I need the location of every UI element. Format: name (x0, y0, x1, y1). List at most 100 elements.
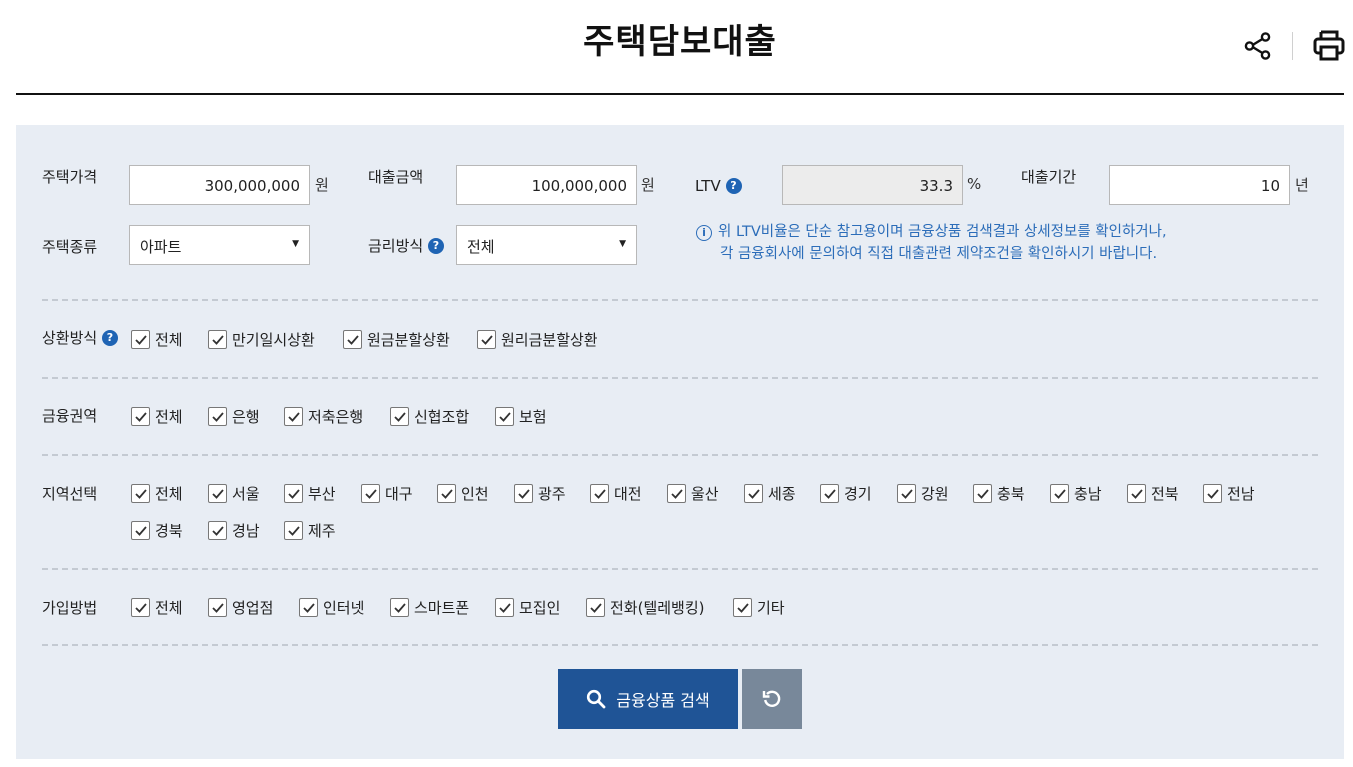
checkbox-box[interactable] (208, 597, 227, 617)
print-button[interactable] (1311, 28, 1347, 62)
channel-checkbox[interactable]: 기타 (733, 597, 785, 617)
checkbox-box[interactable] (667, 483, 686, 503)
checkbox-box[interactable] (284, 520, 303, 540)
checkmark-icon (594, 488, 606, 499)
checkbox-box[interactable] (361, 483, 380, 503)
checkbox-box[interactable] (495, 597, 514, 617)
region-checkbox[interactable]: 경기 (820, 483, 872, 503)
checkbox-box[interactable] (820, 483, 839, 503)
checkbox-box[interactable] (131, 597, 150, 617)
region-checkbox[interactable]: 서울 (208, 483, 260, 503)
region-checkbox[interactable]: 전체 (131, 483, 183, 503)
checkbox-box[interactable] (131, 406, 150, 426)
checkbox-label: 전남 (1227, 484, 1255, 503)
house-price-unit: 원 (315, 176, 329, 194)
question-icon[interactable]: ? (725, 178, 742, 194)
checkbox-box[interactable] (131, 329, 150, 349)
loan-amount-input[interactable]: 100,000,000 (456, 165, 637, 205)
checkbox-box[interactable] (390, 406, 409, 426)
region-checkbox[interactable]: 충북 (973, 483, 1025, 503)
channel-checkbox[interactable]: 인터넷 (299, 597, 364, 617)
channel-checkbox[interactable]: 모집인 (495, 597, 560, 617)
checkmark-icon (671, 488, 683, 499)
region-checkbox[interactable]: 세종 (744, 483, 796, 503)
region-checkbox[interactable]: 대전 (590, 483, 642, 503)
region-checkbox[interactable]: 경남 (208, 520, 260, 540)
channel-checkbox[interactable]: 전화(텔레뱅킹) (586, 597, 705, 617)
repayment-checkbox[interactable]: 원리금분할상환 (477, 329, 598, 349)
checkbox-box[interactable] (343, 329, 362, 349)
search-button[interactable]: 금융상품 검색 (558, 669, 738, 729)
divider (42, 644, 1318, 646)
sector-checkbox[interactable]: 전체 (131, 406, 183, 426)
checkbox-box[interactable] (284, 406, 303, 426)
checkbox-label: 만기일시상환 (232, 330, 315, 349)
region-checkbox[interactable]: 전남 (1203, 483, 1255, 503)
repayment-label: 상환방식 (42, 329, 98, 347)
checkmark-icon (1207, 488, 1219, 499)
sector-checkbox[interactable]: 신협조합 (390, 406, 469, 426)
house-price-input[interactable]: 300,000,000 (129, 165, 310, 205)
checkmark-icon (394, 411, 406, 422)
checkbox-box[interactable] (586, 597, 605, 617)
reset-button[interactable] (742, 669, 802, 729)
channel-checkbox[interactable]: 영업점 (208, 597, 273, 617)
checkbox-box[interactable] (131, 483, 150, 503)
checkbox-box[interactable] (131, 520, 150, 540)
repayment-checkbox[interactable]: 전체 (131, 329, 183, 349)
region-checkbox[interactable]: 제주 (284, 520, 336, 540)
checkbox-box[interactable] (208, 406, 227, 426)
checkmark-icon (303, 602, 315, 613)
checkmark-icon (288, 525, 300, 536)
checkbox-box[interactable] (208, 520, 227, 540)
repayment-checkbox[interactable]: 원금분할상환 (343, 329, 450, 349)
checkbox-box[interactable] (208, 329, 227, 349)
checkbox-box[interactable] (208, 483, 227, 503)
region-checkbox[interactable]: 충남 (1050, 483, 1102, 503)
region-checkbox[interactable]: 경북 (131, 520, 183, 540)
channel-checkbox[interactable]: 스마트폰 (390, 597, 469, 617)
region-checkbox[interactable]: 울산 (667, 483, 719, 503)
checkbox-box[interactable] (390, 597, 409, 617)
checkmark-icon (1131, 488, 1143, 499)
checkbox-box[interactable] (495, 406, 514, 426)
checkbox-box[interactable] (437, 483, 456, 503)
sector-checkbox[interactable]: 저축은행 (284, 406, 363, 426)
checkbox-box[interactable] (733, 597, 752, 617)
region-checkbox[interactable]: 전북 (1127, 483, 1179, 503)
checkbox-box[interactable] (299, 597, 318, 617)
repayment-checkbox[interactable]: 만기일시상환 (208, 329, 315, 349)
region-checkbox[interactable]: 광주 (514, 483, 566, 503)
channel-checkbox[interactable]: 전체 (131, 597, 183, 617)
sector-checkbox[interactable]: 은행 (208, 406, 260, 426)
checkbox-box[interactable] (477, 329, 496, 349)
checkbox-box[interactable] (514, 483, 533, 503)
checkbox-box[interactable] (1050, 483, 1069, 503)
rate-type-select[interactable]: 전체 ▼ (456, 225, 637, 265)
house-type-select[interactable]: 아파트 ▼ (129, 225, 310, 265)
question-icon[interactable]: ? (427, 238, 444, 254)
checkbox-box[interactable] (1127, 483, 1146, 503)
checkbox-box[interactable] (590, 483, 609, 503)
share-button[interactable] (1242, 30, 1274, 62)
loan-amount-label: 대출금액 (368, 168, 424, 186)
checkmark-icon (212, 334, 224, 345)
loan-period-input[interactable]: 10 (1109, 165, 1290, 205)
search-icon (587, 689, 606, 709)
checkmark-icon (1054, 488, 1066, 499)
checkbox-box[interactable] (973, 483, 992, 503)
checkbox-box[interactable] (897, 483, 916, 503)
checkbox-box[interactable] (1203, 483, 1222, 503)
sector-checkbox[interactable]: 보험 (495, 406, 547, 426)
region-checkbox[interactable]: 강원 (897, 483, 949, 503)
region-checkbox[interactable]: 대구 (361, 483, 413, 503)
checkbox-label: 기타 (757, 598, 785, 617)
region-checkbox[interactable]: 부산 (284, 483, 336, 503)
region-checkbox[interactable]: 인천 (437, 483, 489, 503)
checkbox-label: 전체 (155, 598, 183, 617)
checkbox-label: 부산 (308, 484, 336, 503)
checkbox-box[interactable] (744, 483, 763, 503)
checkbox-box[interactable] (284, 483, 303, 503)
checkbox-label: 서울 (232, 484, 260, 503)
question-icon[interactable]: ? (101, 330, 118, 346)
